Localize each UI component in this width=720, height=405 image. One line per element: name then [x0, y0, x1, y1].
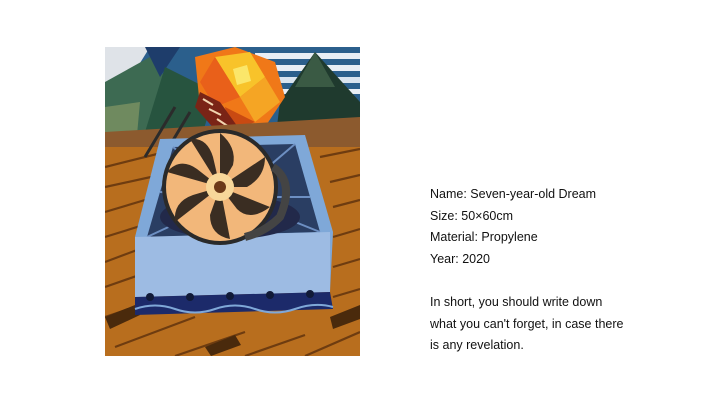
painting-image: [105, 47, 360, 356]
artwork-description: In short, you should write down what you…: [430, 295, 624, 352]
artwork-info: Name: Seven-year-old Dream Size: 50×60cm…: [430, 184, 700, 357]
artwork-size: Size: 50×60cm: [430, 208, 514, 223]
slide: Name: Seven-year-old Dream Size: 50×60cm…: [0, 0, 720, 405]
artwork-material: Material: Propylene: [430, 230, 538, 244]
artwork-name: Name: Seven-year-old Dream: [430, 187, 597, 201]
artwork-year: Year: 2020: [430, 251, 491, 266]
